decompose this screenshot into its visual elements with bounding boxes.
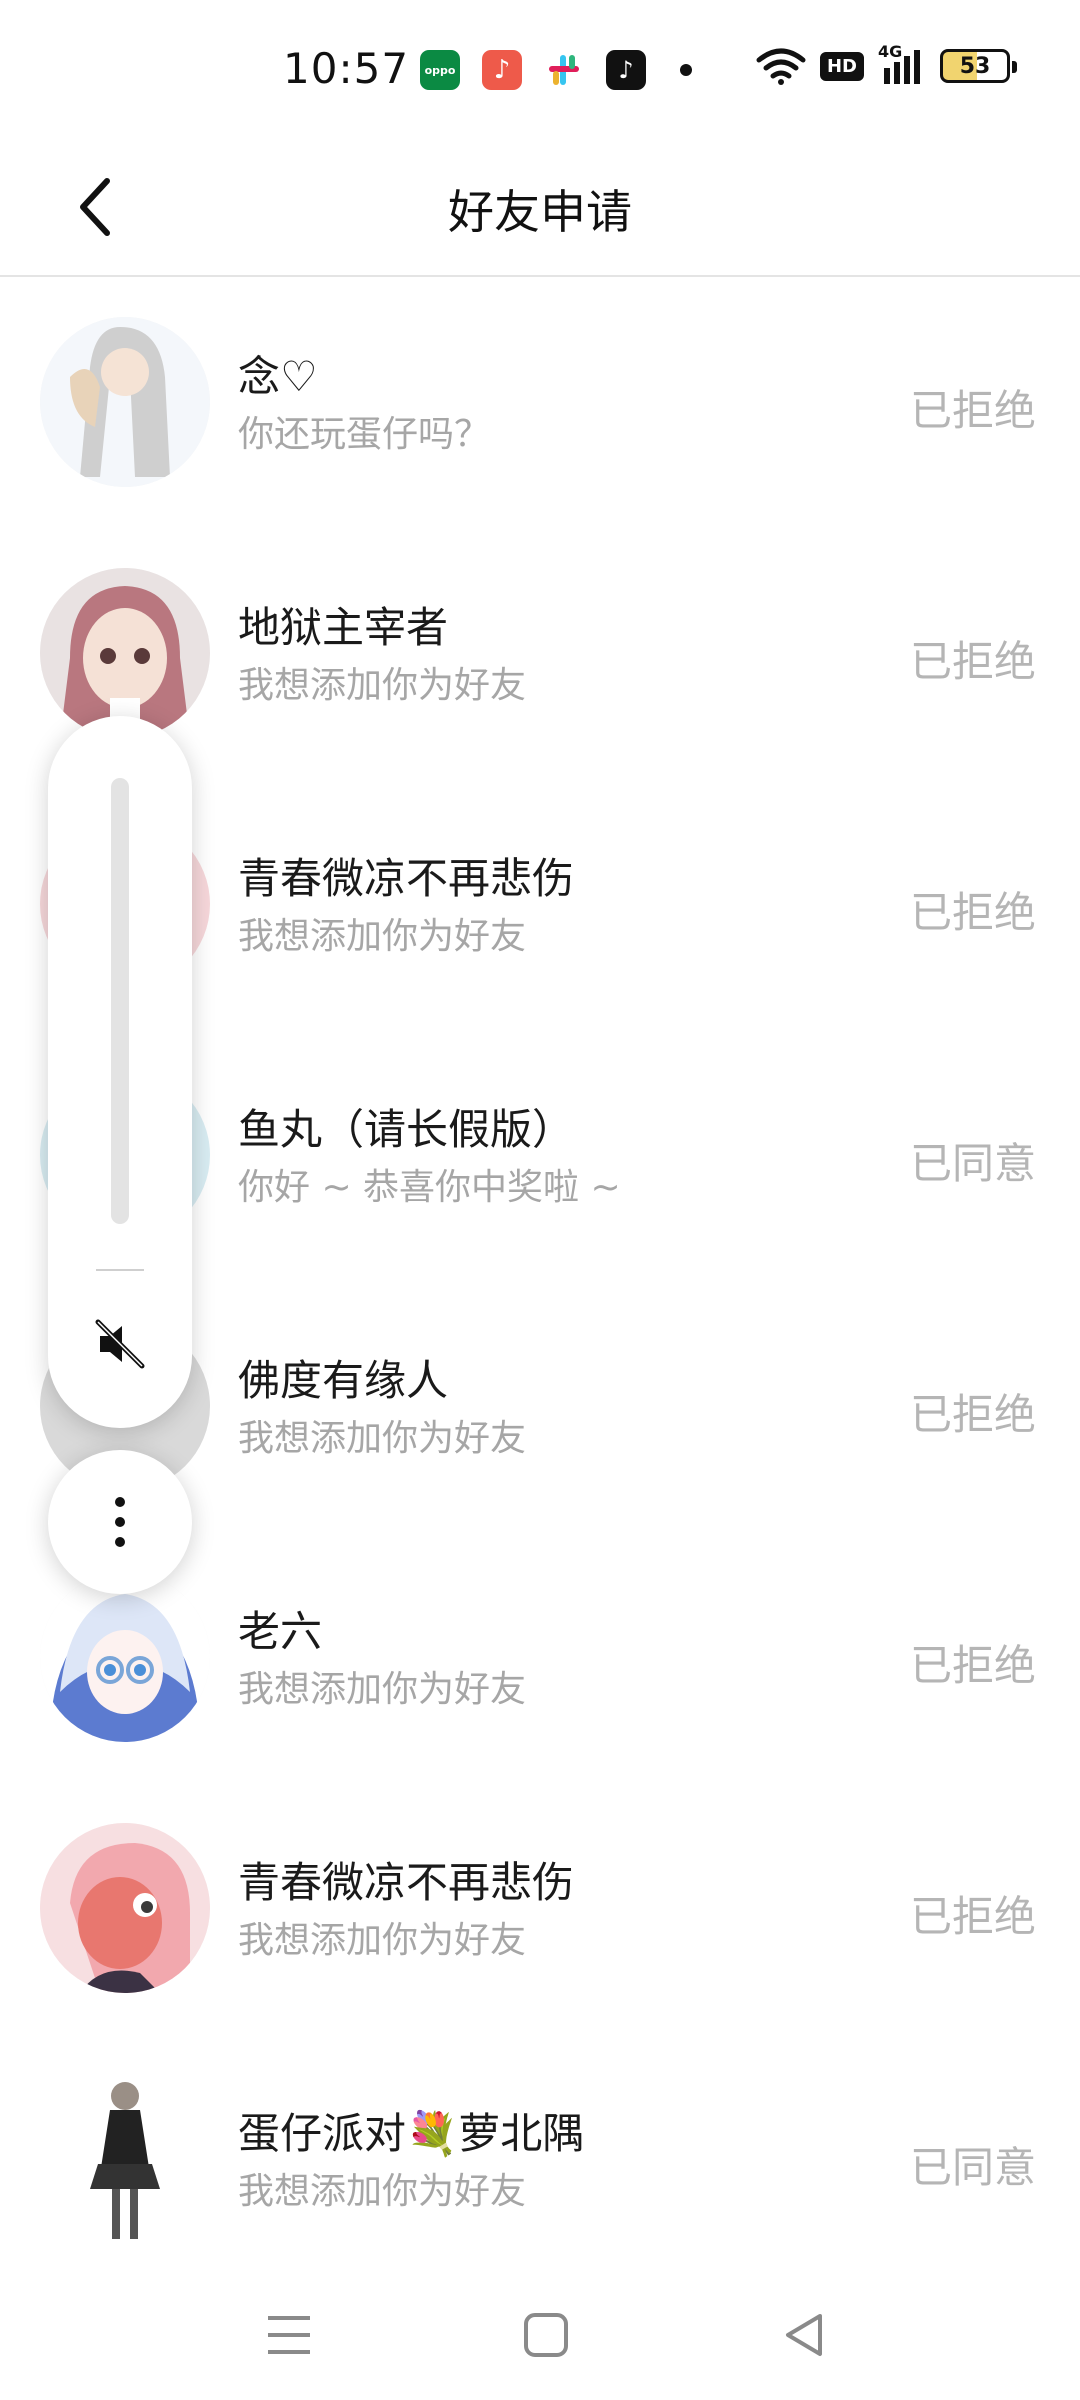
more-vertical-icon xyxy=(115,1497,125,1547)
tiktok-icon: ♪ xyxy=(606,50,646,90)
request-message: 我想添加你为好友 xyxy=(238,665,527,706)
home-square-icon xyxy=(524,2313,568,2357)
request-name: 青春微凉不再悲伤 xyxy=(238,1858,575,1907)
back-triangle-icon xyxy=(786,2314,822,2356)
oppo-icon: oppo xyxy=(420,50,460,90)
speaker-muted-icon xyxy=(95,1319,145,1369)
request-message: 我想添加你为好友 xyxy=(238,1920,527,1961)
volume-panel xyxy=(48,716,192,1428)
status-bar: 10:57 oppo ♪ ♪ HD 4G 53 xyxy=(0,0,1080,140)
request-name: 老六 xyxy=(238,1607,323,1656)
signal-icon: 4G xyxy=(878,42,926,86)
status-time: 10:57 xyxy=(283,44,410,93)
request-status: 已拒绝 xyxy=(909,637,1036,686)
request-status: 已拒绝 xyxy=(909,1892,1036,1941)
request-name: 蛋仔派对💐萝北隅 xyxy=(238,2109,585,2158)
request-status: 已拒绝 xyxy=(909,1390,1036,1439)
volume-slider[interactable] xyxy=(111,778,129,1224)
request-name: 佛度有缘人 xyxy=(238,1356,449,1405)
list-item[interactable]: 青春微凉不再悲伤 我想添加你为好友 已拒绝 xyxy=(0,1783,1080,2034)
request-status: 已拒绝 xyxy=(909,888,1036,937)
status-indicators: HD 4G 53 xyxy=(756,42,1017,86)
list-item[interactable]: 念♡ 你还玩蛋仔吗？ 已拒绝 xyxy=(0,277,1080,528)
notification-dot-icon xyxy=(680,64,692,76)
nav-menu-button[interactable] xyxy=(254,2300,324,2370)
volume-more-button[interactable] xyxy=(48,1450,192,1594)
avatar[interactable] xyxy=(40,568,210,738)
page-title: 好友申请 xyxy=(448,185,632,239)
request-message: 你好 ~ 恭喜你中奖啦 ~ xyxy=(238,1167,621,1208)
list-item[interactable]: 蛋仔派对💐萝北隅 我想添加你为好友 已同意 xyxy=(0,2034,1080,2285)
battery-level: 53 xyxy=(959,53,991,79)
slack-icon xyxy=(544,50,584,90)
request-message: 你还玩蛋仔吗？ xyxy=(238,414,491,455)
request-message: 我想添加你为好友 xyxy=(238,1669,527,1710)
music-note-icon: ♪ xyxy=(482,50,522,90)
avatar[interactable] xyxy=(40,2074,210,2244)
request-message: 我想添加你为好友 xyxy=(238,1418,527,1459)
nav-back-button[interactable] xyxy=(770,2300,840,2370)
app-header: 好友申请 xyxy=(0,140,1080,277)
avatar[interactable] xyxy=(40,1823,210,1993)
nav-home-button[interactable] xyxy=(511,2300,581,2370)
avatar[interactable] xyxy=(40,1572,210,1742)
request-name: 青春微凉不再悲伤 xyxy=(238,854,575,903)
status-notification-icons: oppo ♪ ♪ xyxy=(420,50,692,90)
system-nav-bar xyxy=(0,2260,1080,2400)
wifi-icon xyxy=(756,48,806,85)
request-message: 我想添加你为好友 xyxy=(238,916,527,957)
request-status: 已同意 xyxy=(909,2143,1036,2192)
mute-button[interactable] xyxy=(90,1314,150,1374)
request-status: 已拒绝 xyxy=(909,1641,1036,1690)
request-name: 鱼丸（请长假版） xyxy=(238,1105,575,1154)
volume-divider xyxy=(96,1269,144,1271)
request-name: 地狱主宰者 xyxy=(238,603,449,652)
request-name: 念♡ xyxy=(238,352,318,401)
request-message: 我想添加你为好友 xyxy=(238,2171,527,2212)
hd-badge: HD xyxy=(819,51,864,81)
battery-icon: 53 xyxy=(940,49,1017,83)
menu-icon xyxy=(268,2316,310,2354)
request-status: 已拒绝 xyxy=(909,386,1036,435)
request-status: 已同意 xyxy=(909,1139,1036,1188)
avatar[interactable] xyxy=(40,317,210,487)
